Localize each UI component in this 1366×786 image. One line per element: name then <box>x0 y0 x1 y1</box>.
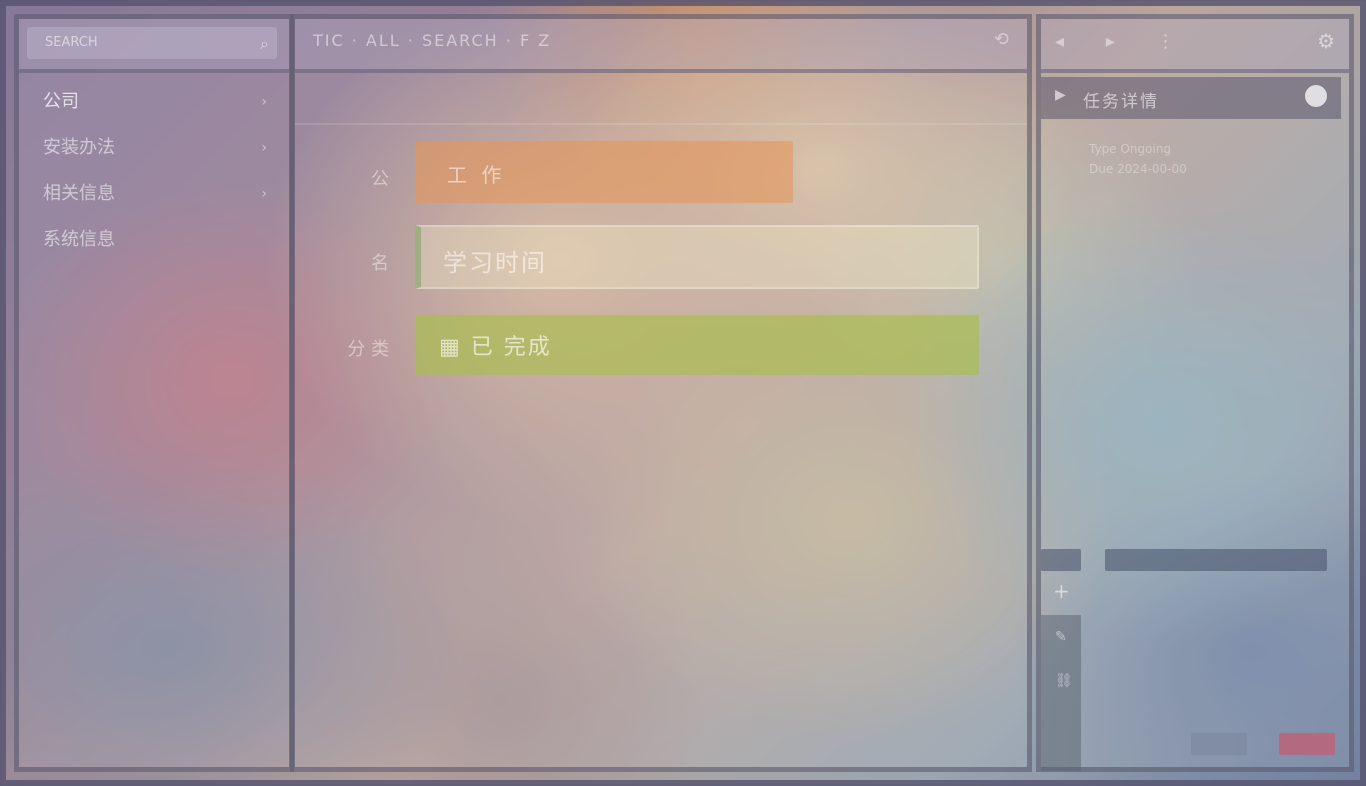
progress-track-start <box>1041 549 1081 571</box>
search-input[interactable]: SEARCH ⌕ <box>27 27 277 59</box>
main-toolbar: TIC · ALL · SEARCH · F Z ⟲ <box>295 19 1027 73</box>
link-icon[interactable]: ⛓ <box>1055 673 1073 689</box>
nav-item-install[interactable]: 安装办法 › <box>19 125 289 171</box>
search-placeholder: SEARCH <box>45 35 98 50</box>
nav-list: 公司 › 安装办法 › 相关信息 › 系统信息 <box>19 79 289 263</box>
caret-icon[interactable]: ▶ <box>1055 87 1066 103</box>
nav-item-company[interactable]: 公司 › <box>19 79 289 125</box>
nav-item-label: 安装办法 <box>43 137 115 158</box>
detail-meta: Type Ongoing Due 2024-00-00 <box>1089 139 1187 179</box>
search-icon[interactable]: ⌕ <box>260 34 269 54</box>
row-label-class: 分 类 <box>347 339 389 360</box>
delete-button[interactable] <box>1279 733 1335 755</box>
pin-icon[interactable]: ✎ <box>1055 629 1067 645</box>
left-toolbar: SEARCH ⌕ <box>19 19 289 73</box>
nav-item-system[interactable]: 系统信息 <box>19 217 289 263</box>
nav-arrows-icon[interactable]: ◂ ▸ ⋮ <box>1055 31 1193 52</box>
meta-line: Due 2024-00-00 <box>1089 162 1187 176</box>
vertical-toolbar: ✎ ⛓ <box>1041 615 1081 771</box>
detail-toolbar: ◂ ▸ ⋮ ⚙ <box>1041 19 1349 73</box>
row-label-company: 公 <box>371 169 389 190</box>
name-field[interactable]: 学习时间 <box>415 225 979 289</box>
main-pane: TIC · ALL · SEARCH · F Z ⟲ 公 工 作 名 学习时间 … <box>290 14 1032 772</box>
chevron-right-icon: › <box>261 94 267 110</box>
row-label-name: 名 <box>371 253 389 274</box>
name-field-value: 学习时间 <box>443 249 547 277</box>
progress-track <box>1105 549 1327 571</box>
chevron-right-icon: › <box>261 140 267 156</box>
close-icon[interactable] <box>1305 85 1327 107</box>
detail-panel-header: ▶ 任务详情 <box>1041 77 1341 119</box>
left-pane: SEARCH ⌕ 公司 › 安装办法 › 相关信息 › 系统信息 <box>14 14 294 772</box>
refresh-icon[interactable]: ⟲ <box>994 29 1009 50</box>
chevron-right-icon: › <box>261 186 267 202</box>
nav-item-label: 相关信息 <box>43 183 115 204</box>
status-button-label: 已 完成 <box>439 329 552 361</box>
meta-line: Type Ongoing <box>1089 142 1171 156</box>
status-button[interactable]: 已 完成 <box>415 315 979 375</box>
category-tag[interactable]: 工 作 <box>415 141 793 203</box>
nav-item-label: 公司 <box>43 91 79 112</box>
toolbar-title: TIC · ALL · SEARCH · F Z <box>313 31 552 50</box>
sub-header <box>295 79 1027 125</box>
detail-pane: ◂ ▸ ⋮ ⚙ ▶ 任务详情 Type Ongoing Due 2024-00-… <box>1036 14 1354 772</box>
cancel-button[interactable] <box>1191 733 1247 755</box>
gear-icon[interactable]: ⚙ <box>1317 29 1335 53</box>
detail-panel-title: 任务详情 <box>1083 92 1159 112</box>
category-tag-text: 工 作 <box>447 163 506 187</box>
add-icon[interactable]: + <box>1053 579 1070 603</box>
nav-item-related[interactable]: 相关信息 › <box>19 171 289 217</box>
nav-item-label: 系统信息 <box>43 229 115 250</box>
